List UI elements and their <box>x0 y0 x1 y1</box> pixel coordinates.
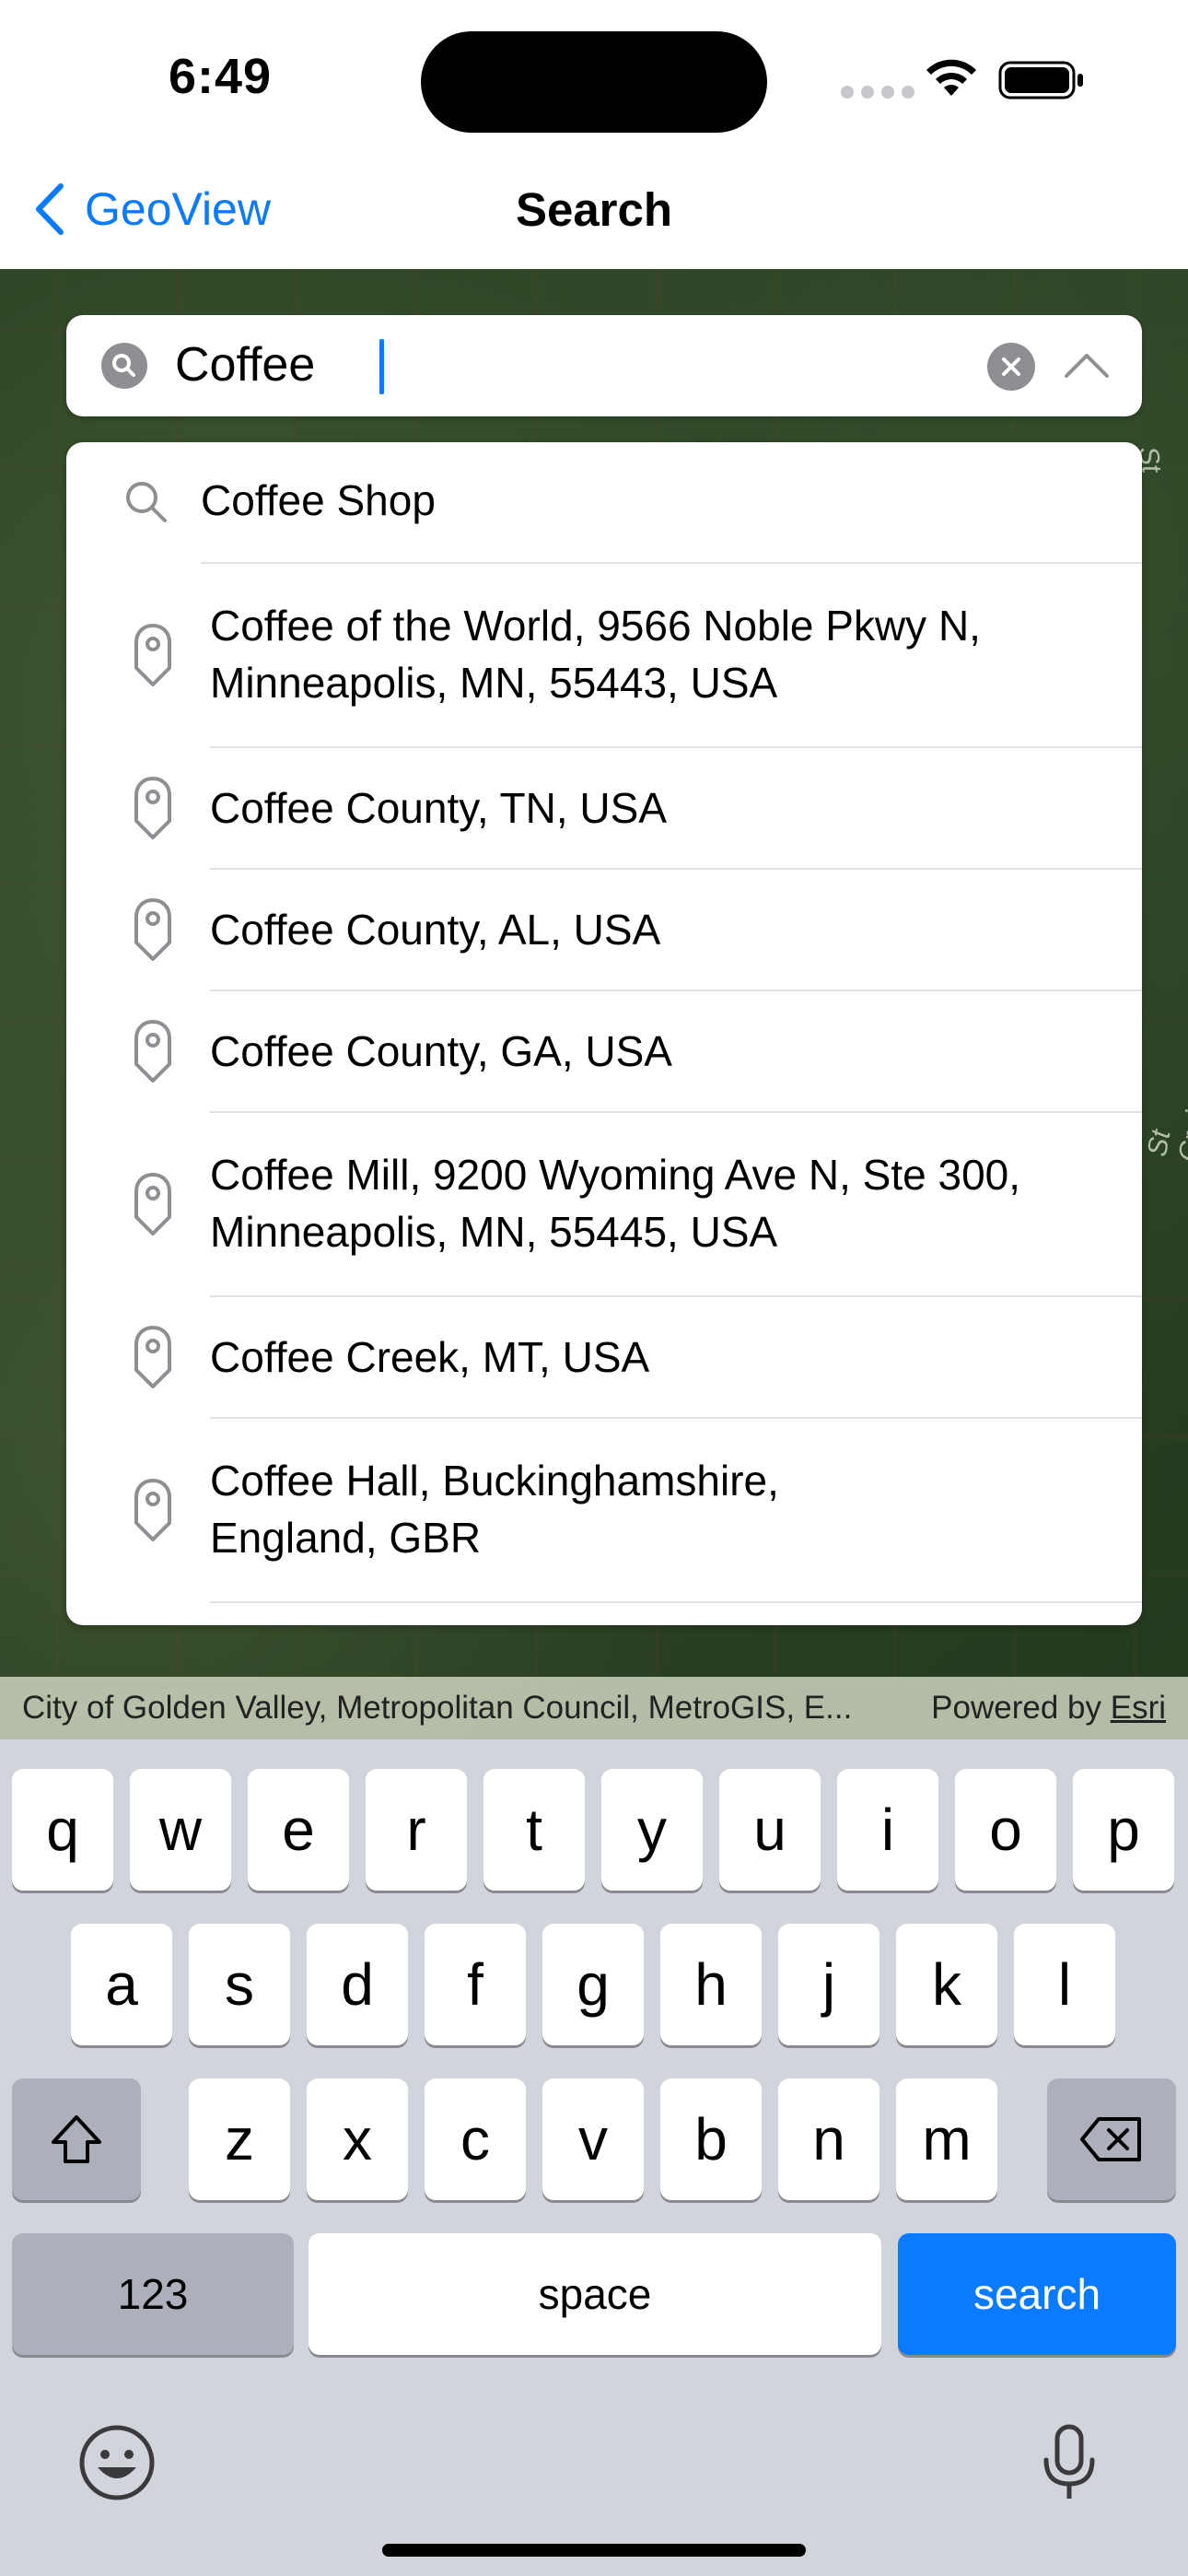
shift-icon <box>52 2115 101 2163</box>
key-h[interactable]: h <box>660 1924 762 2045</box>
location-pin-icon <box>134 1173 171 1235</box>
clear-search-button[interactable] <box>987 343 1035 391</box>
search-key[interactable]: search <box>898 2233 1176 2355</box>
location-pin-icon <box>134 777 171 839</box>
key-a[interactable]: a <box>71 1924 172 2045</box>
result-label-line1: Coffee Creek, MT, USA <box>210 1333 650 1381</box>
search-icon <box>101 343 147 389</box>
home-indicator <box>382 2544 806 2557</box>
key-b[interactable]: b <box>660 2078 762 2200</box>
key-t[interactable]: t <box>483 1769 585 1891</box>
emoji-icon[interactable] <box>77 2423 157 2502</box>
key-j[interactable]: j <box>778 1924 879 2045</box>
key-s[interactable]: s <box>189 1924 290 2045</box>
numbers-key[interactable]: 123 <box>12 2233 294 2355</box>
esri-link[interactable]: Esri <box>1111 1690 1166 1726</box>
wifi-icon <box>926 59 976 96</box>
key-e[interactable]: e <box>248 1769 349 1891</box>
result-item[interactable]: Coffee County, GA, USA <box>66 991 1142 1111</box>
result-label-line1: Coffee of the World, 9566 Noble Pkwy N, <box>210 602 981 650</box>
search-input[interactable] <box>175 335 1004 394</box>
key-i[interactable]: i <box>837 1769 938 1891</box>
key-o[interactable]: o <box>955 1769 1056 1891</box>
location-pin-icon <box>134 1326 171 1388</box>
magnifier-icon <box>126 482 167 522</box>
key-v[interactable]: v <box>542 2078 644 2200</box>
result-label-line1: Coffee County, AL, USA <box>210 906 661 954</box>
result-label-line1: Coffee Mill, 9200 Wyoming Ave N, Ste 300… <box>210 1151 1021 1199</box>
cellular-signal-icon <box>841 86 916 99</box>
attribution-sources: City of Golden Valley, Metropolitan Coun… <box>22 1690 853 1726</box>
key-r[interactable]: r <box>366 1769 467 1891</box>
suggestion-label: Coffee Shop <box>201 476 436 524</box>
status-time: 6:49 <box>169 49 273 104</box>
result-item[interactable]: Coffee Hall, Buckinghamshire, England, G… <box>66 1419 1142 1601</box>
powered-by: Powered by Esri <box>931 1690 1166 1727</box>
suggestion-item[interactable]: Coffee Shop <box>66 442 1142 562</box>
key-g[interactable]: g <box>542 1924 644 2045</box>
backspace-icon <box>1080 2117 1141 2161</box>
result-item[interactable]: Coffee Mill, 9200 Wyoming Ave N, Ste 300… <box>66 1113 1142 1295</box>
location-pin-icon <box>134 898 171 961</box>
key-x[interactable]: x <box>307 2078 408 2200</box>
key-n[interactable]: n <box>778 2078 879 2200</box>
result-label-line2: Minneapolis, MN, 55443, USA <box>210 659 778 707</box>
key-c[interactable]: c <box>425 2078 526 2200</box>
key-m[interactable]: m <box>896 2078 997 2200</box>
navigation-bar: GeoView Search <box>0 157 1188 269</box>
result-label-line2: Minneapolis, MN, 55445, USA <box>210 1208 778 1256</box>
key-k[interactable]: k <box>896 1924 997 2045</box>
result-item[interactable]: Coffee County, TN, USA <box>66 748 1142 868</box>
search-bar <box>66 315 1142 416</box>
key-w[interactable]: w <box>130 1769 231 1891</box>
result-item[interactable]: Coffee Creek, MT, USA <box>66 1297 1142 1417</box>
close-icon <box>1002 357 1020 376</box>
key-q[interactable]: q <box>12 1769 113 1891</box>
result-label-line1: Coffee County, GA, USA <box>210 1027 672 1075</box>
location-pin-icon <box>134 624 171 686</box>
keyboard: q w e r t y u i o p a s d f g h j k l z … <box>0 1739 1188 2576</box>
key-p[interactable]: p <box>1073 1769 1174 1891</box>
key-u[interactable]: u <box>719 1769 821 1891</box>
battery-icon <box>998 61 1083 100</box>
location-pin-icon <box>134 1479 171 1541</box>
key-f[interactable]: f <box>425 1924 526 2045</box>
key-d[interactable]: d <box>307 1924 408 2045</box>
search-results-list: Coffee Shop Coffee of the World, 9566 No… <box>66 442 1142 1625</box>
result-item[interactable]: Coffee of the World, 9566 Noble Pkwy N, … <box>66 564 1142 746</box>
map-attribution: City of Golden Valley, Metropolitan Coun… <box>0 1677 1188 1739</box>
powered-by-label: Powered by <box>931 1690 1101 1726</box>
result-item[interactable]: Coffee County, AL, USA <box>66 870 1142 989</box>
key-z[interactable]: z <box>189 2078 290 2200</box>
location-pin-icon <box>134 1020 171 1083</box>
text-cursor <box>379 339 384 394</box>
status-bar: 6:49 <box>0 0 1188 157</box>
result-label-line1: Coffee Hall, Buckinghamshire, <box>210 1457 779 1505</box>
chevron-up-icon[interactable] <box>1059 341 1114 389</box>
shift-key[interactable] <box>12 2078 141 2200</box>
space-key[interactable]: space <box>309 2233 881 2355</box>
result-label-line2: England, GBR <box>210 1514 482 1562</box>
delete-key[interactable] <box>1047 2078 1176 2200</box>
page-title: Search <box>515 183 673 236</box>
key-l[interactable]: l <box>1014 1924 1115 2045</box>
microphone-icon[interactable] <box>1039 2423 1100 2504</box>
result-label-line1: Coffee County, TN, USA <box>210 784 668 832</box>
key-y[interactable]: y <box>601 1769 703 1891</box>
dynamic-island <box>421 31 767 133</box>
divider <box>210 1601 1142 1603</box>
